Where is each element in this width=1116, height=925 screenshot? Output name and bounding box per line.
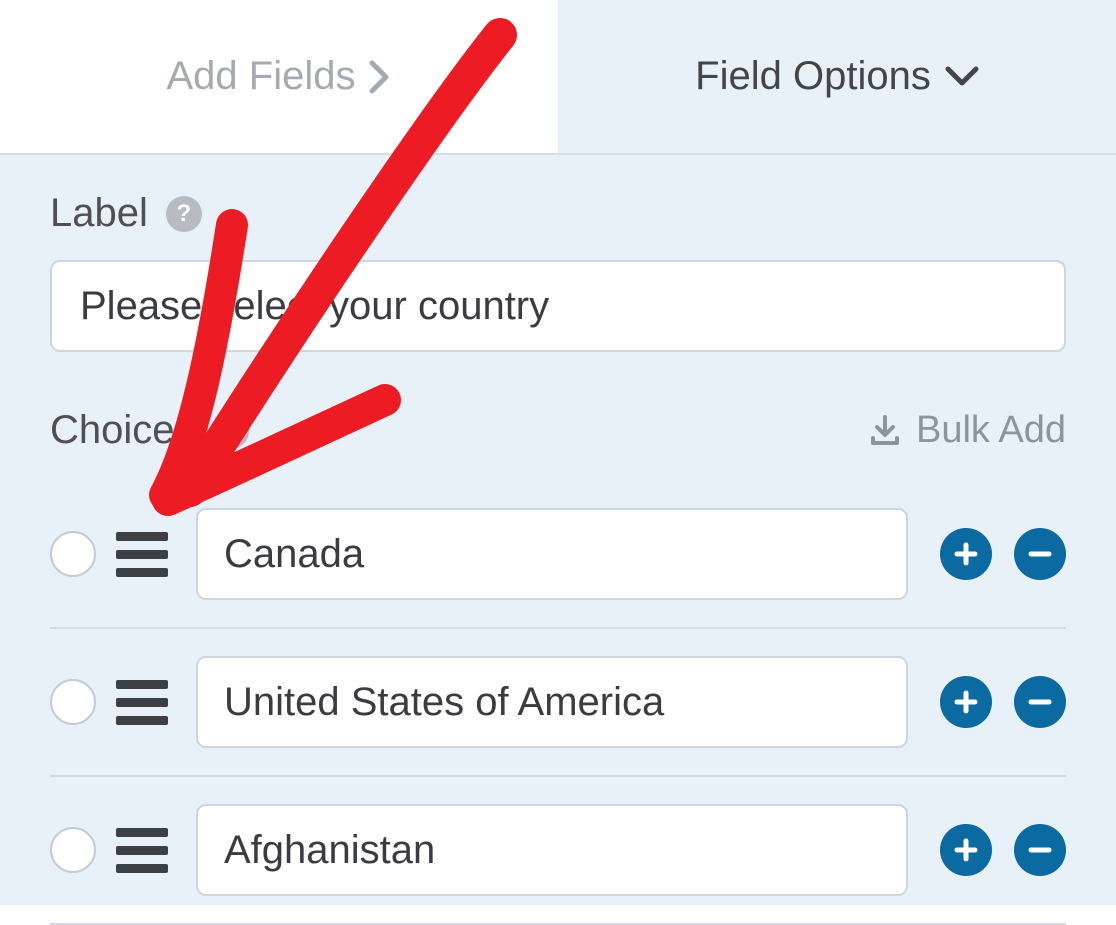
choices-section-header: Choices ? Bulk Add bbox=[50, 408, 1066, 453]
minus-icon bbox=[1026, 836, 1054, 864]
choice-actions bbox=[940, 528, 1066, 580]
bulk-add-label: Bulk Add bbox=[916, 409, 1066, 452]
choice-row bbox=[50, 777, 1066, 925]
add-choice-button[interactable] bbox=[940, 676, 992, 728]
label-section-header: Label ? bbox=[50, 191, 1066, 236]
add-choice-button[interactable] bbox=[940, 824, 992, 876]
label-title: Label bbox=[50, 191, 148, 236]
help-icon[interactable]: ? bbox=[166, 196, 202, 232]
choices-list bbox=[50, 481, 1066, 925]
minus-icon bbox=[1026, 688, 1054, 716]
default-radio[interactable] bbox=[50, 827, 96, 873]
plus-icon bbox=[952, 836, 980, 864]
help-icon[interactable]: ? bbox=[213, 413, 249, 449]
tab-add-fields-label: Add Fields bbox=[167, 54, 356, 99]
choice-input[interactable] bbox=[196, 656, 908, 748]
bulk-add-button[interactable]: Bulk Add bbox=[868, 409, 1066, 452]
remove-choice-button[interactable] bbox=[1014, 824, 1066, 876]
chevron-right-icon bbox=[369, 60, 391, 94]
download-icon bbox=[868, 414, 902, 448]
choice-row bbox=[50, 629, 1066, 777]
remove-choice-button[interactable] bbox=[1014, 676, 1066, 728]
tab-field-options-label: Field Options bbox=[695, 54, 931, 99]
chevron-down-icon bbox=[945, 66, 979, 88]
default-radio[interactable] bbox=[50, 531, 96, 577]
tab-field-options[interactable]: Field Options bbox=[558, 0, 1116, 153]
tabs-header: Add Fields Field Options bbox=[0, 0, 1116, 155]
drag-handle-icon[interactable] bbox=[116, 680, 168, 725]
minus-icon bbox=[1026, 540, 1054, 568]
choice-row bbox=[50, 481, 1066, 629]
drag-handle-icon[interactable] bbox=[116, 532, 168, 577]
default-radio[interactable] bbox=[50, 679, 96, 725]
add-choice-button[interactable] bbox=[940, 528, 992, 580]
choice-input[interactable] bbox=[196, 508, 908, 600]
tab-add-fields[interactable]: Add Fields bbox=[0, 0, 558, 153]
choices-title: Choices bbox=[50, 408, 195, 453]
choice-actions bbox=[940, 676, 1066, 728]
field-options-panel: Label ? Choices ? Bulk Add bbox=[0, 155, 1116, 905]
plus-icon bbox=[952, 540, 980, 568]
choice-input[interactable] bbox=[196, 804, 908, 896]
plus-icon bbox=[952, 688, 980, 716]
remove-choice-button[interactable] bbox=[1014, 528, 1066, 580]
choice-actions bbox=[940, 824, 1066, 876]
label-input[interactable] bbox=[50, 260, 1066, 352]
drag-handle-icon[interactable] bbox=[116, 828, 168, 873]
